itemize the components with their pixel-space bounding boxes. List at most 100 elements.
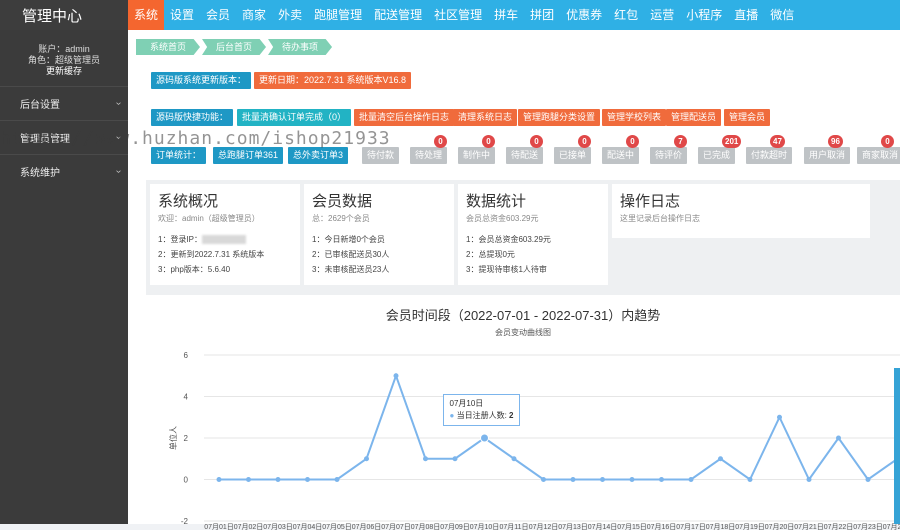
data-point[interactable]: [275, 477, 281, 482]
account-role: 角色：超级管理员: [27, 55, 100, 65]
school-list-button[interactable]: 管理学校列表: [602, 109, 667, 126]
card-line: 1：会员总资金603.29元: [466, 235, 551, 244]
courier-management-button[interactable]: 管理配送员: [666, 109, 722, 126]
x-tick-label: 07月13日: [558, 523, 588, 530]
update-cache-link[interactable]: 更新缓存: [0, 66, 128, 77]
x-tick-label: 07月19日: [735, 523, 765, 530]
data-point[interactable]: [511, 456, 517, 462]
data-point[interactable]: [629, 477, 635, 482]
data-point[interactable]: [452, 456, 458, 462]
data-point[interactable]: [334, 477, 340, 482]
x-tick-label: 07月02日: [234, 523, 264, 530]
menu-item[interactable]: 拼车: [488, 0, 524, 30]
data-point[interactable]: [393, 373, 399, 379]
x-tick-label: 07月04日: [293, 523, 323, 530]
x-tick-label: 07月20日: [765, 523, 795, 530]
member-management-button[interactable]: 管理会员: [724, 109, 771, 126]
y-tick-label: -2: [181, 517, 189, 526]
order-status-button[interactable]: 待配送: [506, 147, 544, 164]
x-tick-label: 07月01日: [204, 523, 234, 530]
card-subtitle: 这里记录后台操作日志: [620, 214, 700, 223]
data-point[interactable]: [423, 456, 428, 462]
data-point[interactable]: [688, 477, 694, 482]
sidebar-item-system-maintenance[interactable]: 系统维护 ›: [0, 154, 128, 188]
card-line: 2：已审核配送员30人: [312, 250, 390, 259]
page-scrollbar[interactable]: [894, 368, 900, 524]
clean-system-log-button[interactable]: 清理系统日志: [453, 109, 518, 126]
x-tick-label: 07月14日: [588, 523, 618, 530]
menu-item[interactable]: 优惠券: [560, 0, 608, 30]
count-badge: 0: [482, 135, 495, 148]
data-point[interactable]: [865, 477, 871, 482]
y-tick-label: 6: [184, 351, 189, 360]
order-status-button[interactable]: 待付款: [362, 147, 400, 164]
order-status-button[interactable]: 制作中: [458, 147, 496, 164]
data-point[interactable]: [364, 456, 369, 462]
tooltip-date: 07月10日: [449, 399, 484, 408]
menu-item[interactable]: 小程序: [680, 0, 728, 30]
menu-item[interactable]: 外卖: [272, 0, 308, 30]
data-point[interactable]: [305, 477, 310, 482]
errand-category-button[interactable]: 管理跑腿分类设置: [518, 109, 601, 126]
data-point[interactable]: [659, 477, 664, 482]
chevron-down-icon: ›: [112, 101, 124, 106]
chevron-down-icon: ›: [112, 169, 124, 174]
breadcrumb-item[interactable]: 待办事项: [268, 39, 333, 55]
data-point[interactable]: [718, 456, 723, 462]
sidebar-item-admin-management[interactable]: 管理员管理 ›: [0, 120, 128, 154]
tooltip-value: 2: [509, 411, 514, 420]
quick-functions-label: 源码版快捷功能：: [151, 109, 234, 126]
card-title: 系统概况: [158, 193, 219, 210]
menu-item[interactable]: 系统: [128, 0, 165, 30]
card-title: 数据统计: [466, 193, 527, 210]
version-date-button[interactable]: 更新日期：2022.7.31 系统版本V16.8: [254, 72, 412, 89]
card-line: 3：php版本：5.6.40: [158, 265, 231, 274]
menu-item[interactable]: 商家: [236, 0, 272, 30]
breadcrumb-item[interactable]: 系统首页: [136, 39, 201, 55]
count-badge: 7: [674, 135, 687, 148]
x-tick-label: 07月08日: [411, 523, 441, 530]
card-subtitle: 会员总资金603.29元: [466, 214, 539, 223]
breadcrumb: 系统首页 后台首页 待办事项: [136, 39, 334, 55]
card-subtitle: 欢迎：admin（超级管理员）: [158, 214, 260, 223]
menu-item[interactable]: 设置: [164, 0, 200, 30]
account-user: 账户：admin: [38, 44, 90, 54]
data-point[interactable]: [570, 477, 576, 482]
menu-item[interactable]: 运营: [644, 0, 680, 30]
menu-item[interactable]: 社区管理: [428, 0, 488, 30]
order-status-button[interactable]: 已完成: [698, 147, 736, 164]
menu-item[interactable]: 红包: [608, 0, 644, 30]
total-takeout-orders-button[interactable]: 总外卖订单3: [288, 147, 349, 164]
order-status-button[interactable]: 已接单: [554, 147, 592, 164]
data-point[interactable]: [600, 477, 605, 482]
total-errand-orders-button[interactable]: 总跑腿订单361: [213, 147, 284, 164]
data-point[interactable]: [747, 477, 753, 482]
card-line: 3：未审核配送员23人: [312, 265, 390, 274]
count-badge: 47: [770, 135, 785, 148]
order-status-button[interactable]: 配送中: [602, 147, 640, 164]
order-status-button[interactable]: 待处理: [410, 147, 448, 164]
data-point[interactable]: [836, 435, 841, 441]
order-status-button[interactable]: 用户取消: [804, 147, 851, 164]
count-badge: 0: [578, 135, 591, 148]
data-point[interactable]: [806, 477, 812, 482]
card-subtitle: 总：2629个会员: [312, 214, 370, 223]
menu-item[interactable]: 配送管理: [368, 0, 428, 30]
order-status-button[interactable]: 待评价: [650, 147, 688, 164]
batch-confirm-orders-button[interactable]: 批量清确认订单完成（0）: [237, 109, 352, 126]
clear-operation-log-button[interactable]: 批量清空后台操作日志: [354, 109, 455, 126]
data-point[interactable]: [216, 477, 222, 482]
menu-item[interactable]: 跑腿管理: [308, 0, 368, 30]
menu-item[interactable]: 会员: [200, 0, 236, 30]
data-point[interactable]: [777, 414, 782, 420]
menu-item[interactable]: 拼团: [524, 0, 560, 30]
breadcrumb-item[interactable]: 后台首页: [202, 39, 267, 55]
menu-item[interactable]: 微信: [764, 0, 800, 30]
data-point[interactable]: [541, 477, 546, 482]
data-point[interactable]: [480, 433, 489, 443]
menu-item[interactable]: 直播: [728, 0, 764, 30]
data-point[interactable]: [246, 477, 251, 482]
order-status-button[interactable]: 商家取消: [857, 147, 900, 164]
order-status-button[interactable]: 付款超时: [746, 147, 793, 164]
sidebar-item-backend-settings[interactable]: 后台设置 ›: [0, 86, 128, 120]
